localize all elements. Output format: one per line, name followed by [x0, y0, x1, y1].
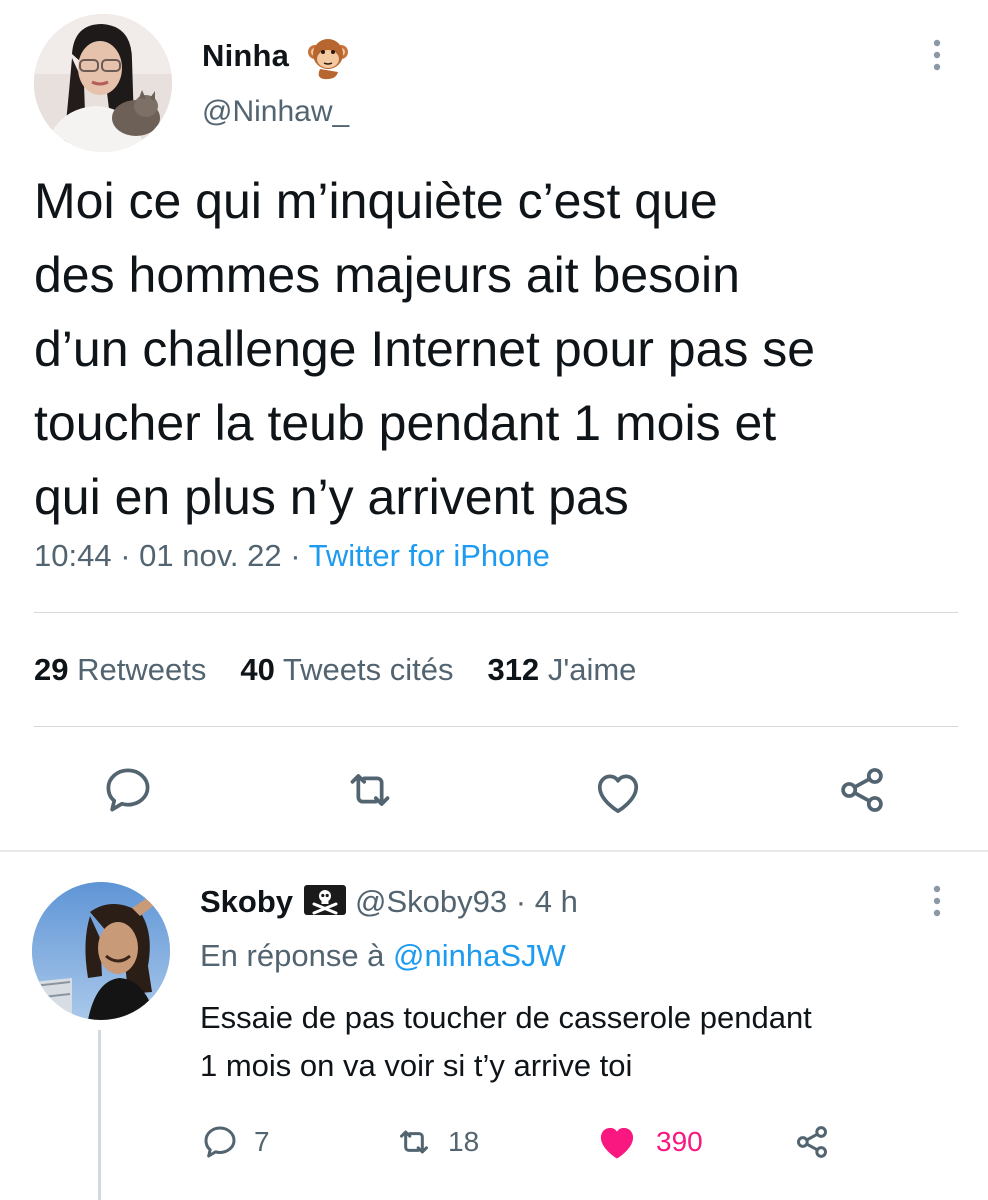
- author-avatar-image: [34, 14, 172, 152]
- retweets-count: 29: [34, 652, 69, 687]
- author-handle[interactable]: @Ninhaw_: [202, 95, 349, 129]
- quotes-count: 40: [240, 652, 275, 687]
- meta-separator: ·: [290, 538, 301, 573]
- replying-to: En réponse à @ninhaSJW: [200, 938, 566, 974]
- divider: [34, 726, 958, 727]
- likes-stat[interactable]: 312 J'aime: [487, 652, 636, 687]
- section-divider: [0, 850, 988, 852]
- reply-share-button[interactable]: [792, 1120, 846, 1164]
- share-icon: [797, 1126, 827, 1158]
- retweets-stat[interactable]: 29 Retweets: [34, 652, 206, 687]
- like-icon: [597, 774, 639, 813]
- retweets-label: Retweets: [77, 652, 207, 687]
- reply-reply-button[interactable]: 7: [200, 1120, 270, 1164]
- like-count: 390: [656, 1126, 703, 1157]
- reply-author-handle[interactable]: @Skoby93: [355, 884, 507, 919]
- tweet-source[interactable]: Twitter for iPhone: [309, 538, 550, 573]
- more-options-icon[interactable]: [920, 38, 954, 72]
- header-separator: ·: [515, 884, 527, 919]
- reply-count: 7: [254, 1126, 270, 1157]
- replying-to-handle[interactable]: @ninhaSJW: [393, 938, 566, 973]
- reply-header: Skoby @Skoby93 · 4 h: [200, 884, 578, 920]
- retweet-icon: [400, 1130, 428, 1154]
- reply-more-options-icon[interactable]: [920, 884, 954, 918]
- tweet-time[interactable]: 10:44: [34, 538, 112, 573]
- tweet-meta: 10:44 · 01 nov. 22 · Twitter for iPhone: [34, 538, 550, 574]
- reply-like-button[interactable]: 390: [594, 1120, 703, 1164]
- monkey-emoji-icon: [306, 34, 350, 80]
- tweet-date[interactable]: 01 nov. 22: [139, 538, 281, 573]
- reply-icon: [204, 1126, 236, 1158]
- share-icon: [841, 768, 883, 812]
- quotes-stat[interactable]: 40 Tweets cités: [240, 652, 453, 687]
- author-avatar[interactable]: [34, 14, 172, 152]
- tweet-stats: 29 Retweets 40 Tweets cités 312 J'aime: [34, 652, 636, 688]
- author-name[interactable]: Ninha: [202, 38, 289, 74]
- like-button[interactable]: [590, 764, 646, 820]
- reply-text: Essaie de pas toucher de casserole penda…: [200, 1000, 812, 1083]
- thread-line: [98, 1030, 101, 1200]
- retweet-button[interactable]: [342, 762, 398, 818]
- likes-count: 312: [487, 652, 540, 687]
- reply-author-name[interactable]: Skoby: [200, 884, 293, 919]
- reply-author-avatar[interactable]: [32, 882, 170, 1020]
- reply-retweet-button[interactable]: 18: [394, 1120, 479, 1164]
- meta-separator: ·: [120, 538, 131, 573]
- reply-avatar-image: [32, 882, 170, 1020]
- retweet-count: 18: [448, 1126, 480, 1157]
- reply-age[interactable]: 4 h: [535, 884, 578, 919]
- reply-icon: [106, 768, 150, 812]
- retweet-icon: [350, 774, 390, 806]
- liked-heart-icon: [600, 1127, 634, 1159]
- tweet-text: Moi ce qui m’inquiète c’est que des homm…: [34, 173, 816, 525]
- divider: [34, 612, 958, 613]
- likes-label: J'aime: [547, 652, 637, 687]
- pirate-flag-icon: [303, 884, 347, 916]
- replying-to-label: En réponse à: [200, 938, 385, 973]
- reply-button[interactable]: [100, 762, 156, 818]
- share-button[interactable]: [834, 762, 890, 818]
- quotes-label: Tweets cités: [282, 652, 454, 687]
